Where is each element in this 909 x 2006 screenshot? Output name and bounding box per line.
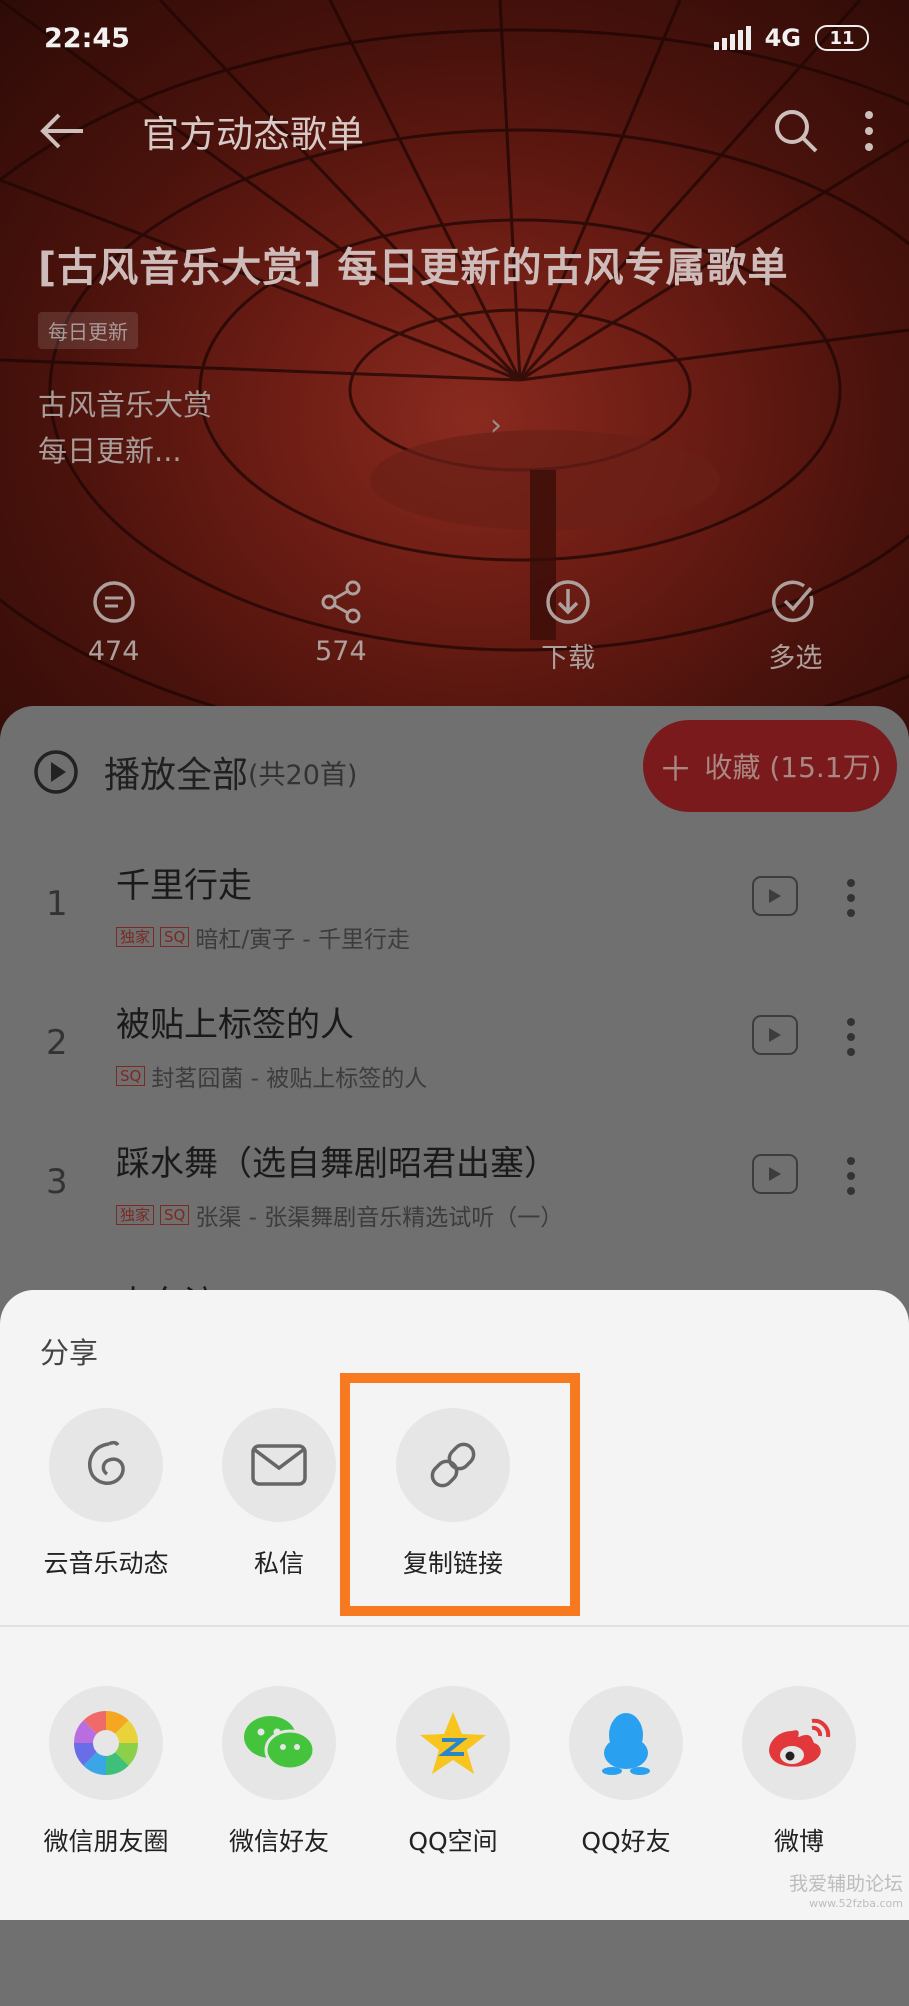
page-title: 官方动态歌单 (142, 113, 364, 156)
more-vert-icon[interactable] (846, 878, 856, 922)
song-number: 2 (46, 1023, 68, 1063)
share-wechat-friend[interactable]: 微信好友 (194, 1686, 364, 1858)
watermark-line-2: www.52fzba.com (809, 1897, 903, 1910)
more-vert-icon[interactable] (859, 104, 879, 158)
mv-icon[interactable] (752, 876, 798, 916)
watermark-line-1: 我爱辅助论坛 (788, 1873, 903, 1895)
download-icon (546, 580, 590, 624)
exclusive-badge: 独家 (116, 927, 155, 947)
download-label: 下载 (541, 643, 596, 674)
multiselect-button[interactable]: 多选 (715, 578, 875, 688)
cloud-music-icon (49, 1408, 163, 1522)
qq-penguin-icon (569, 1686, 683, 1800)
share-qq-friend[interactable]: QQ好友 (541, 1686, 711, 1858)
share-row-external: 微信朋友圈 微信好友 QQ空间 QQ好友 微博 (0, 1686, 909, 1886)
signal-icon (713, 26, 751, 50)
more-vert-icon[interactable] (846, 1017, 856, 1061)
comment-icon (92, 581, 135, 623)
song-artist: 封茗囧菌 - 被贴上标签的人 (151, 1066, 428, 1092)
song-number: 1 (46, 884, 68, 924)
action-bar: 474 574 下载 多选 (0, 578, 909, 688)
status-time: 22:45 (44, 22, 130, 54)
song-artist: 暗杠/寅子 - 千里行走 (195, 927, 411, 953)
song-title: 踩水舞（选自舞剧昭君出塞） (116, 1144, 558, 1184)
comments-button[interactable]: 474 (34, 578, 194, 688)
comments-count: 474 (87, 636, 140, 667)
share-option-label: 私信 (253, 1549, 304, 1578)
playlist-title: [古风音乐大赏] 每日更新的古风专属歌单 (38, 245, 789, 291)
song-title: 被贴上标签的人 (116, 1005, 354, 1045)
plus-icon: ＋ (658, 749, 693, 790)
play-circle-icon (34, 750, 78, 794)
watermark: 我爱辅助论坛 www.52fzba.com (789, 1874, 903, 1914)
song-count: (共20首) (248, 759, 358, 791)
sq-badge: SQ (160, 927, 190, 947)
copy-link-highlight-box (340, 1373, 580, 1616)
share-icon (321, 580, 361, 624)
download-button[interactable]: 下载 (488, 578, 648, 688)
share-option-label: QQ好友 (581, 1827, 671, 1856)
share-option-label: QQ空间 (408, 1827, 498, 1856)
share-option-label: 云音乐动态 (43, 1549, 169, 1578)
network-type: 4G (764, 24, 801, 52)
song-number: 3 (46, 1162, 68, 1202)
song-title: 千里行走 (116, 866, 252, 906)
collect-label: 收藏 (15.1万) (704, 751, 882, 784)
wechat-icon (222, 1686, 336, 1800)
desc-line-2: 每日更新... (38, 434, 182, 468)
mv-icon[interactable] (752, 1015, 798, 1055)
more-vert-icon[interactable] (846, 1156, 856, 1200)
qzone-star-icon (396, 1686, 510, 1800)
share-option-label: 微信好友 (228, 1827, 329, 1856)
sq-badge: SQ (116, 1066, 146, 1086)
desc-line-1: 古风音乐大赏 (38, 388, 213, 422)
share-weibo[interactable]: 微博 (714, 1686, 884, 1858)
top-app-bar: 官方动态歌单 (36, 96, 879, 166)
search-icon[interactable] (769, 104, 823, 158)
share-qzone[interactable]: QQ空间 (368, 1686, 538, 1858)
playlist-description[interactable]: 古风音乐大赏 每日更新... (38, 382, 212, 474)
mv-icon[interactable] (752, 1154, 798, 1194)
share-wechat-moments[interactable]: 微信朋友圈 (21, 1686, 191, 1858)
chevron-right-icon: › (490, 408, 502, 443)
share-option-label: 微博 (773, 1827, 824, 1856)
status-bar: 22:45 4G 11 (44, 18, 869, 58)
battery-icon: 11 (815, 25, 869, 51)
check-circle-icon (772, 580, 814, 623)
share-button[interactable]: 574 (261, 578, 421, 688)
play-all-label: 播放全部 (104, 755, 249, 796)
song-row[interactable]: 3 踩水舞（选自舞剧昭君出塞） 独家 SQ 张渠 - 张渠舞剧音乐精选试听（一） (0, 1118, 909, 1256)
playlist-tag: 每日更新 (38, 312, 138, 349)
song-row[interactable]: 2 被贴上标签的人 SQ 封茗囧菌 - 被贴上标签的人 (0, 979, 909, 1117)
battery-level: 11 (829, 27, 855, 49)
back-arrow-icon[interactable] (36, 104, 90, 158)
share-option-label: 微信朋友圈 (43, 1827, 169, 1856)
wechat-moments-icon (49, 1686, 163, 1800)
playlist-header: 22:45 4G 11 官方动态歌单 [古风音乐大赏] 每日更新的古风专属歌单 … (0, 0, 909, 760)
share-title: 分享 (40, 1336, 99, 1370)
share-private-message[interactable]: 私信 (194, 1408, 364, 1580)
share-cloud-music-moments[interactable]: 云音乐动态 (21, 1408, 191, 1580)
song-row[interactable]: 1 千里行走 独家 SQ 暗杠/寅子 - 千里行走 (0, 840, 909, 978)
collect-button[interactable]: ＋ 收藏 (15.1万) (643, 720, 897, 812)
sq-badge: SQ (160, 1205, 190, 1225)
exclusive-badge: 独家 (116, 1205, 155, 1225)
multiselect-label: 多选 (768, 643, 823, 674)
divider (0, 1625, 909, 1627)
song-artist: 张渠 - 张渠舞剧音乐精选试听（一） (195, 1205, 564, 1231)
share-count: 574 (315, 636, 367, 667)
weibo-icon (742, 1686, 856, 1800)
mail-icon (222, 1408, 336, 1522)
